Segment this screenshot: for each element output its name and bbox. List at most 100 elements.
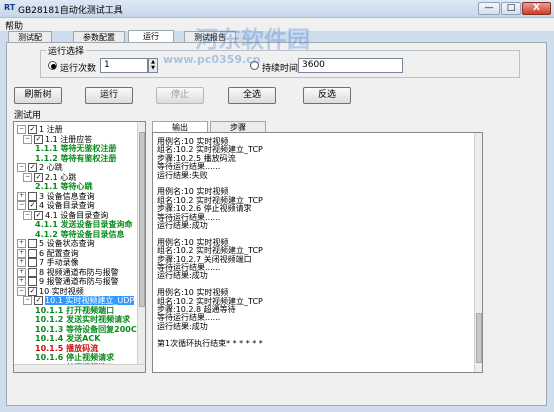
tree-item[interactable]: +6 配置查询 [14,248,79,259]
tree-item-label: 6 配置查询 [39,248,79,258]
tree-item[interactable]: 4.1.1 发送设备目录查询命 [14,220,133,230]
tree-checkbox[interactable]: ✓ [28,201,37,210]
collapse-icon[interactable]: − [17,286,26,296]
minimize-button[interactable]: — [478,2,500,15]
tree-item-label: 2.1 心跳 [45,172,77,182]
run-button[interactable]: 运行 [85,87,133,104]
tree-item-label: 4 设备目录查询 [39,201,95,210]
tree-item[interactable]: +7 手动录像 [14,258,79,268]
tree-item[interactable]: − ✓ 1.1 注册应答 [14,134,92,145]
duration-label: 持续时间 [262,64,299,74]
tree-item[interactable]: 1.1.2 等待有鉴权注册 [14,154,117,164]
tree-checkbox[interactable] [28,258,37,267]
tree-item-label: 10.1.3 等待设备回复200C [35,324,137,334]
tree-vertical-scrollbar[interactable] [137,122,145,365]
expand-icon[interactable]: + [17,258,26,267]
tree-item[interactable]: − ✓ 4 设备目录查询 [14,201,95,211]
tree-item[interactable]: 1.1.1 等待无鉴权注册 [14,144,117,154]
watermark-url: www.pc0359.cn [163,53,261,66]
tree-item-label: 2 心跳 [39,163,63,172]
test-case-label: 测试用 [14,111,42,121]
tree-item[interactable]: − ✓ 2.1 心跳 [14,172,77,183]
output-line: 第1次循环执行结束* * * * * * [157,338,263,348]
run-select-title: 运行选择 [46,44,87,57]
invert-select-button[interactable]: 反选 [303,87,351,104]
tree-item-label: 10.1.4 发送ACK [35,334,101,343]
output-log[interactable]: 用例名:10 实时视频 组名:10.2 实时视频建立_TCP 步骤:10.2.5 播… [152,132,483,373]
tree-item[interactable]: 10.1.4 发送ACK [14,334,100,344]
tree-item-label: 10.1.2 发送实时视频请求 [35,315,131,324]
duration-input[interactable]: 3600 [298,58,403,73]
tree-item-label: 5 设备状态查询 [39,239,95,248]
tree-item-label: 1.1.2 等待有鉴权注册 [35,153,117,163]
test-case-tree[interactable]: − ✓ 1 注册 − ✓ 1.1 注册应答 1.1.1 等待无鉴权注册 1.1.2 等待有鉴权… [13,121,146,373]
tree-checkbox[interactable]: ✓ [28,163,37,172]
maximize-button[interactable]: □ [501,2,521,15]
tree-checkbox[interactable]: ✓ [34,296,43,305]
tree-item[interactable]: 10.1.3 等待设备回复200C [14,325,137,335]
tree-item[interactable]: − ✓ 1 注册 [14,125,63,135]
tree-checkbox[interactable]: ✓ [28,125,37,134]
expand-icon[interactable]: + [17,248,26,258]
output-vertical-scrollbar[interactable] [474,133,482,372]
tree-item[interactable]: 10.1.1 打开视频端口 [14,306,114,316]
output-line: 运行结果:失败 [157,170,208,180]
run-count-spinner[interactable]: ▲ ▼ [148,58,158,73]
refresh-tree-button[interactable]: 刷新树 [14,87,62,104]
tree-item[interactable]: 2.1.1 等待心跳 [14,182,93,192]
tree-checkbox[interactable] [28,191,37,201]
tree-item[interactable]: 10.1.2 发送实时视频请求 [14,315,130,325]
tree-item[interactable]: 4.1.2 等待设备目录信息 [14,230,125,240]
tree-scroll-thumb[interactable] [139,132,145,307]
run-count-input[interactable]: 1 [100,58,148,73]
collapse-icon[interactable]: − [23,210,32,220]
tree-checkbox[interactable] [28,267,37,277]
tree-item-label: 9 报警通道布防与报警 [39,277,119,286]
tree-item-label: 10.1.6 停止视频请求 [35,353,115,362]
tree-item[interactable]: 10.1.6 停止视频请求 [14,353,114,363]
tree-horizontal-scrollbar[interactable] [14,364,145,372]
tree-item[interactable]: − ✓ 4.1 设备目录查询 [14,210,109,221]
expand-icon[interactable]: + [17,267,26,277]
tree-checkbox[interactable]: ✓ [28,286,37,296]
expand-icon[interactable]: + [17,239,26,248]
app-icon: RT [4,3,16,12]
tree-item[interactable]: +5 设备状态查询 [14,239,95,249]
tree-item-label: 1.1.1 等待无鉴权注册 [35,144,117,153]
select-all-button[interactable]: 全选 [228,87,276,104]
collapse-icon[interactable]: − [23,296,32,305]
tree-checkbox[interactable]: ✓ [34,172,43,182]
collapse-icon[interactable]: − [23,172,32,182]
window-title: GB28181自动化测试工具 [18,6,123,16]
tree-item[interactable]: − ✓ 10.1 实时视频建立_UDP [14,296,135,306]
tree-item[interactable]: +9 报警通道布防与报警 [14,277,119,287]
close-button[interactable]: X [522,2,551,15]
tree-checkbox[interactable] [28,277,37,286]
tree-item-label: 4.1 设备目录查询 [45,210,109,220]
output-scroll-thumb[interactable] [476,313,482,363]
tree-item-label: 7 手动录像 [39,258,79,267]
tree-item-label: 1 注册 [39,125,63,134]
run-count-radio[interactable] [48,61,57,70]
tree-checkbox[interactable] [28,248,37,258]
expand-icon[interactable]: + [17,191,26,201]
tree-checkbox[interactable] [28,239,37,248]
tree-item-label: 10.1 实时视频建立_UDP [45,296,135,305]
tree-item-label: 4.1.1 发送设备目录查询命 [35,220,133,229]
output-line: 运行结果:成功 [157,221,208,230]
collapse-icon[interactable]: − [17,125,26,134]
collapse-icon[interactable]: − [17,163,26,172]
output-line: 运行结果:成功 [157,271,208,281]
tree-checkbox[interactable]: ✓ [34,134,43,144]
expand-icon[interactable]: + [17,277,26,286]
tree-checkbox[interactable]: ✓ [34,210,43,220]
stop-button[interactable]: 停止 [156,87,204,104]
tree-item[interactable]: − ✓ 2 心跳 [14,163,63,173]
tree-item[interactable]: − ✓ 10 实时视频 [14,286,84,297]
tree-item[interactable]: 10.1.5 播放码流 [14,344,98,354]
tree-item-label: 10 实时视频 [39,286,84,296]
collapse-icon[interactable]: − [17,201,26,210]
collapse-icon[interactable]: − [23,134,32,144]
tree-item[interactable]: +3 设备信息查询 [14,191,95,202]
tree-item[interactable]: +8 视频通道布防与报警 [14,267,119,278]
